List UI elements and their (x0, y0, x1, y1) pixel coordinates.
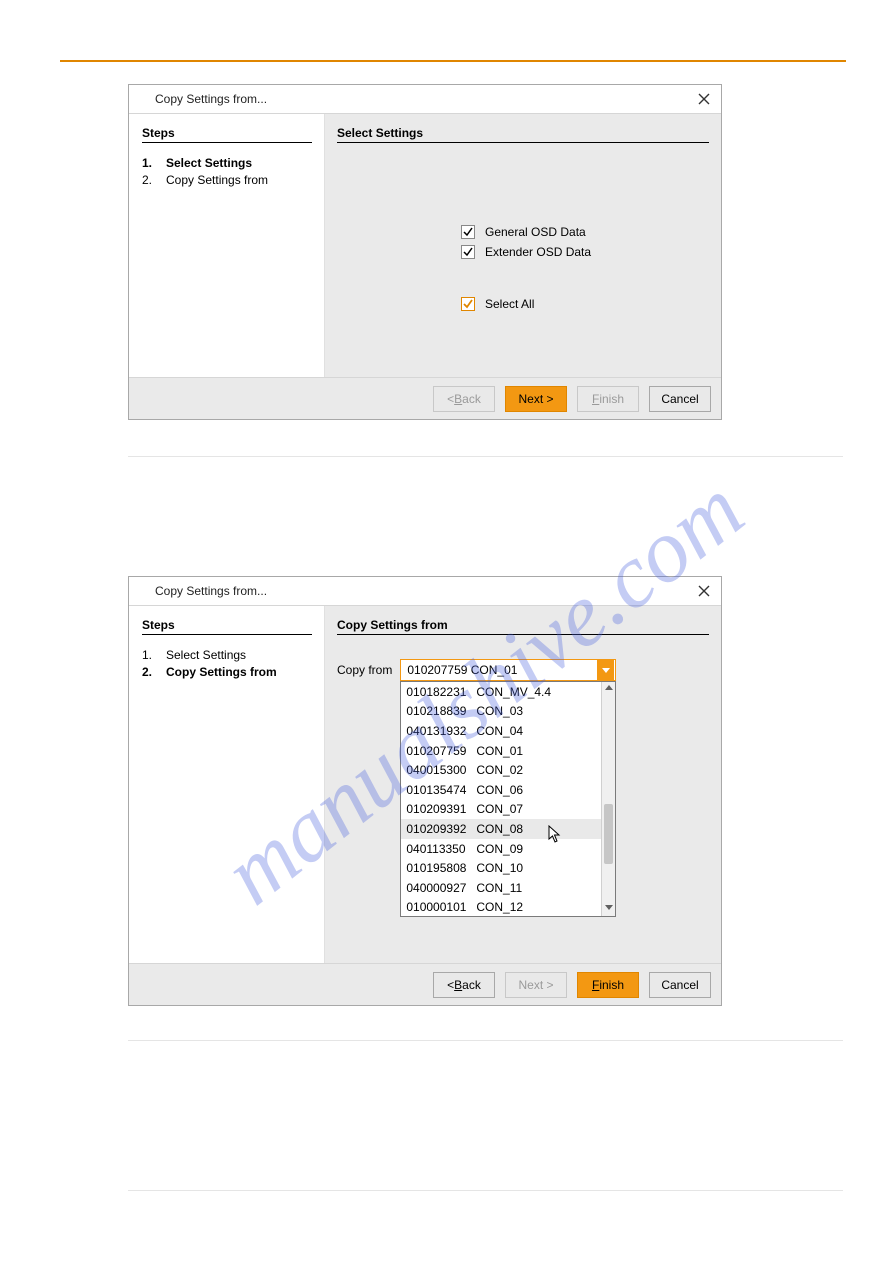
button-bar: < Back Next > Finish Cancel (129, 377, 721, 420)
option-id: 010218839 (406, 704, 468, 718)
option-name: CON_10 (476, 861, 523, 875)
checkbox-extender-osd[interactable]: Extender OSD Data (461, 245, 709, 259)
mouse-cursor-icon (548, 825, 562, 843)
back-button[interactable]: < Back (433, 972, 495, 998)
cancel-button[interactable]: Cancel (649, 386, 711, 412)
titlebar: Copy Settings from... (129, 577, 721, 606)
finish-button[interactable]: Finish (577, 972, 639, 998)
option-id: 040000927 (406, 881, 468, 895)
option-id: 010000101 (406, 900, 468, 914)
dialog-select-settings: Copy Settings from... Steps 1. Select Set… (128, 84, 722, 420)
option-id: 010209392 (406, 822, 468, 836)
cancel-button[interactable]: Cancel (649, 972, 711, 998)
option-name: CON_03 (476, 704, 523, 718)
dropdown-option[interactable]: 010000101 CON_12 (401, 898, 601, 917)
dropdown-option[interactable]: 010209391 CON_07 (401, 800, 601, 820)
close-icon[interactable] (695, 90, 713, 108)
checkbox-label: Select All (485, 297, 534, 311)
page-top-rule (60, 60, 846, 62)
option-id: 040131932 (406, 724, 468, 738)
dropdown-option[interactable]: 010195808 CON_10 (401, 858, 601, 878)
option-name: CON_MV_4.4 (476, 685, 551, 699)
scroll-thumb[interactable] (604, 804, 613, 864)
combo-value: 010207759 CON_01 (401, 663, 596, 677)
option-id: 040015300 (406, 763, 468, 777)
copy-from-dropdown[interactable]: 010182231 CON_MV_4.4 010218839 CON_03 040131… (400, 681, 616, 917)
settings-panel: Select Settings General OSD Data Extende… (325, 114, 721, 377)
dropdown-option[interactable]: 010209392 CON_08 (401, 819, 601, 839)
next-button[interactable]: Next > (505, 386, 567, 412)
wizard-step: 2. Copy Settings from (142, 172, 312, 189)
checkbox-label: Extender OSD Data (485, 245, 591, 259)
steps-panel: Steps 1. Select Settings 2. Copy Settings f… (129, 606, 325, 963)
step-label: Copy Settings from (166, 664, 277, 681)
option-name: CON_09 (476, 842, 523, 856)
dropdown-option[interactable]: 040131932 CON_04 (401, 721, 601, 741)
copy-from-panel: Copy Settings from Copy from 010207759 C… (325, 606, 721, 963)
scroll-up-icon[interactable] (605, 685, 613, 693)
titlebar: Copy Settings from... (129, 85, 721, 114)
copy-from-label: Copy from (337, 663, 392, 677)
option-name: CON_06 (476, 783, 523, 797)
separator (128, 1040, 843, 1041)
step-label: Select Settings (166, 647, 246, 664)
option-id: 010182231 (406, 685, 468, 699)
step-number: 1. (142, 647, 154, 664)
steps-panel: Steps 1. Select Settings 2. Copy Settings f… (129, 114, 325, 377)
checkbox-general-osd[interactable]: General OSD Data (461, 225, 709, 239)
dropdown-option[interactable]: 040113350 CON_09 (401, 839, 601, 859)
back-button: < Back (433, 386, 495, 412)
dialog-copy-settings-from: Copy Settings from... Steps 1. Select Set… (128, 576, 722, 1006)
dropdown-option[interactable]: 010182231 CON_MV_4.4 (401, 682, 601, 702)
checkbox-label: General OSD Data (485, 225, 586, 239)
scrollbar[interactable] (601, 682, 615, 916)
option-name: CON_11 (476, 881, 522, 895)
option-id: 010207759 (406, 744, 468, 758)
dropdown-option[interactable]: 010207759 CON_01 (401, 741, 601, 761)
step-label: Copy Settings from (166, 172, 268, 189)
dropdown-option[interactable]: 040000927 CON_11 (401, 878, 601, 898)
step-number: 1. (142, 155, 154, 172)
copy-from-combo[interactable]: 010207759 CON_01 (400, 659, 616, 681)
step-number: 2. (142, 664, 154, 681)
steps-header: Steps (142, 618, 312, 635)
dropdown-option[interactable]: 040015300 CON_02 (401, 760, 601, 780)
wizard-step: 1. Select Settings (142, 647, 312, 664)
next-button: Next > (505, 972, 567, 998)
option-id: 040113350 (406, 842, 468, 856)
close-icon[interactable] (695, 582, 713, 600)
dropdown-option[interactable]: 010218839 CON_03 (401, 702, 601, 722)
checkbox-select-all[interactable]: Select All (461, 297, 709, 311)
scroll-down-icon[interactable] (605, 905, 613, 913)
chevron-down-icon[interactable] (597, 660, 614, 680)
wizard-step: 2. Copy Settings from (142, 664, 312, 681)
separator (128, 1190, 843, 1191)
select-settings-header: Select Settings (337, 126, 709, 143)
option-id: 010135474 (406, 783, 468, 797)
checkmark-icon (461, 245, 475, 259)
wizard-step: 1. Select Settings (142, 155, 312, 172)
dialog-title: Copy Settings from... (155, 92, 267, 106)
copy-settings-from-header: Copy Settings from (337, 618, 709, 635)
option-name: CON_12 (476, 900, 523, 914)
dropdown-option[interactable]: 010135474 CON_06 (401, 780, 601, 800)
option-id: 010209391 (406, 802, 468, 816)
step-number: 2. (142, 172, 154, 189)
button-bar: < Back Next > Finish Cancel (129, 963, 721, 1006)
option-name: CON_08 (476, 822, 523, 836)
option-id: 010195808 (406, 861, 468, 875)
option-name: CON_04 (476, 724, 523, 738)
option-name: CON_07 (476, 802, 523, 816)
step-label: Select Settings (166, 155, 252, 172)
steps-header: Steps (142, 126, 312, 143)
separator (128, 456, 843, 457)
dialog-title: Copy Settings from... (155, 584, 267, 598)
option-name: CON_01 (476, 744, 523, 758)
finish-button: Finish (577, 386, 639, 412)
option-name: CON_02 (476, 763, 523, 777)
checkmark-icon (461, 225, 475, 239)
checkmark-icon (461, 297, 475, 311)
